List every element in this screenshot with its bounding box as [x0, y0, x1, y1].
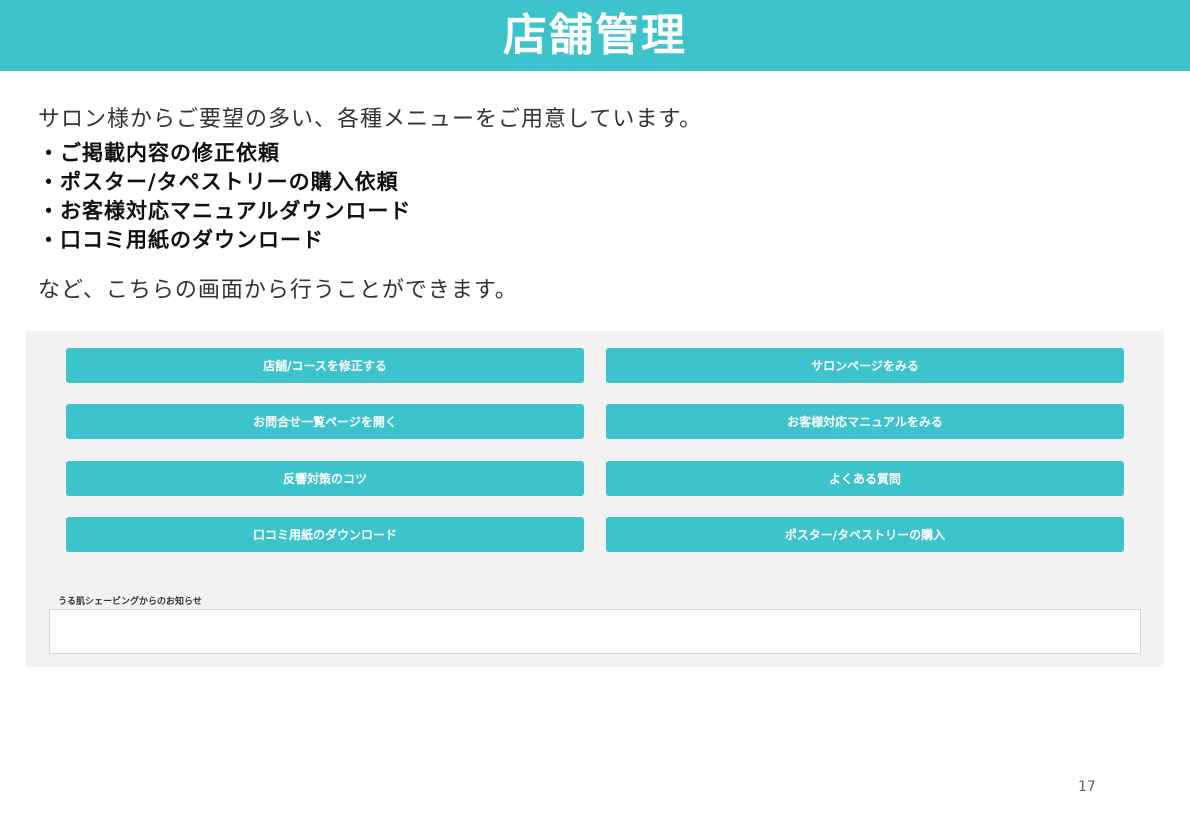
open-inquiries-button[interactable]: お問合せ一覧ページを開く — [66, 404, 584, 439]
view-salon-page-button[interactable]: サロンページをみる — [606, 348, 1124, 383]
page-title: 店舗管理 — [503, 9, 687, 61]
outro-text: など、こちらの画面から行うことができます。 — [38, 278, 518, 303]
feature-item-manual: ・お客様対応マニュアルダウンロード — [38, 199, 412, 223]
slide-page: 店舗管理 サロン様からご要望の多い、各種メニューをご用意しています。 ・ご掲載内… — [0, 0, 1190, 822]
intro-text: サロン様からご要望の多い、各種メニューをご用意しています。 — [38, 107, 703, 132]
feature-item-review-form: ・口コミ用紙のダウンロード — [38, 228, 324, 252]
store-management-panel: 店舗/コースを修正する サロンページをみる お問合せ一覧ページを開く お客様対応… — [26, 331, 1164, 667]
feature-list: ・ご掲載内容の修正依頼 ・ポスター/タペストリーの購入依頼 ・お客様対応マニュア… — [38, 139, 411, 255]
page-number: 17 — [1078, 779, 1096, 795]
download-review-form-button[interactable]: 口コミ用紙のダウンロード — [66, 517, 584, 552]
feature-item-edit: ・ご掲載内容の修正依頼 — [38, 141, 280, 165]
feature-item-poster: ・ポスター/タペストリーの購入依頼 — [38, 170, 399, 194]
view-customer-manual-button[interactable]: お客様対応マニュアルをみる — [606, 404, 1124, 439]
edit-store-course-button[interactable]: 店舗/コースを修正する — [66, 348, 584, 383]
header-bar: 店舗管理 — [0, 0, 1190, 71]
notice-box — [49, 609, 1141, 654]
notice-label: うる肌シェービングからのお知らせ — [58, 597, 202, 607]
buy-poster-button[interactable]: ポスター/タペストリーの購入 — [606, 517, 1124, 552]
response-tips-button[interactable]: 反響対策のコツ — [66, 461, 584, 496]
faq-button[interactable]: よくある質問 — [606, 461, 1124, 496]
